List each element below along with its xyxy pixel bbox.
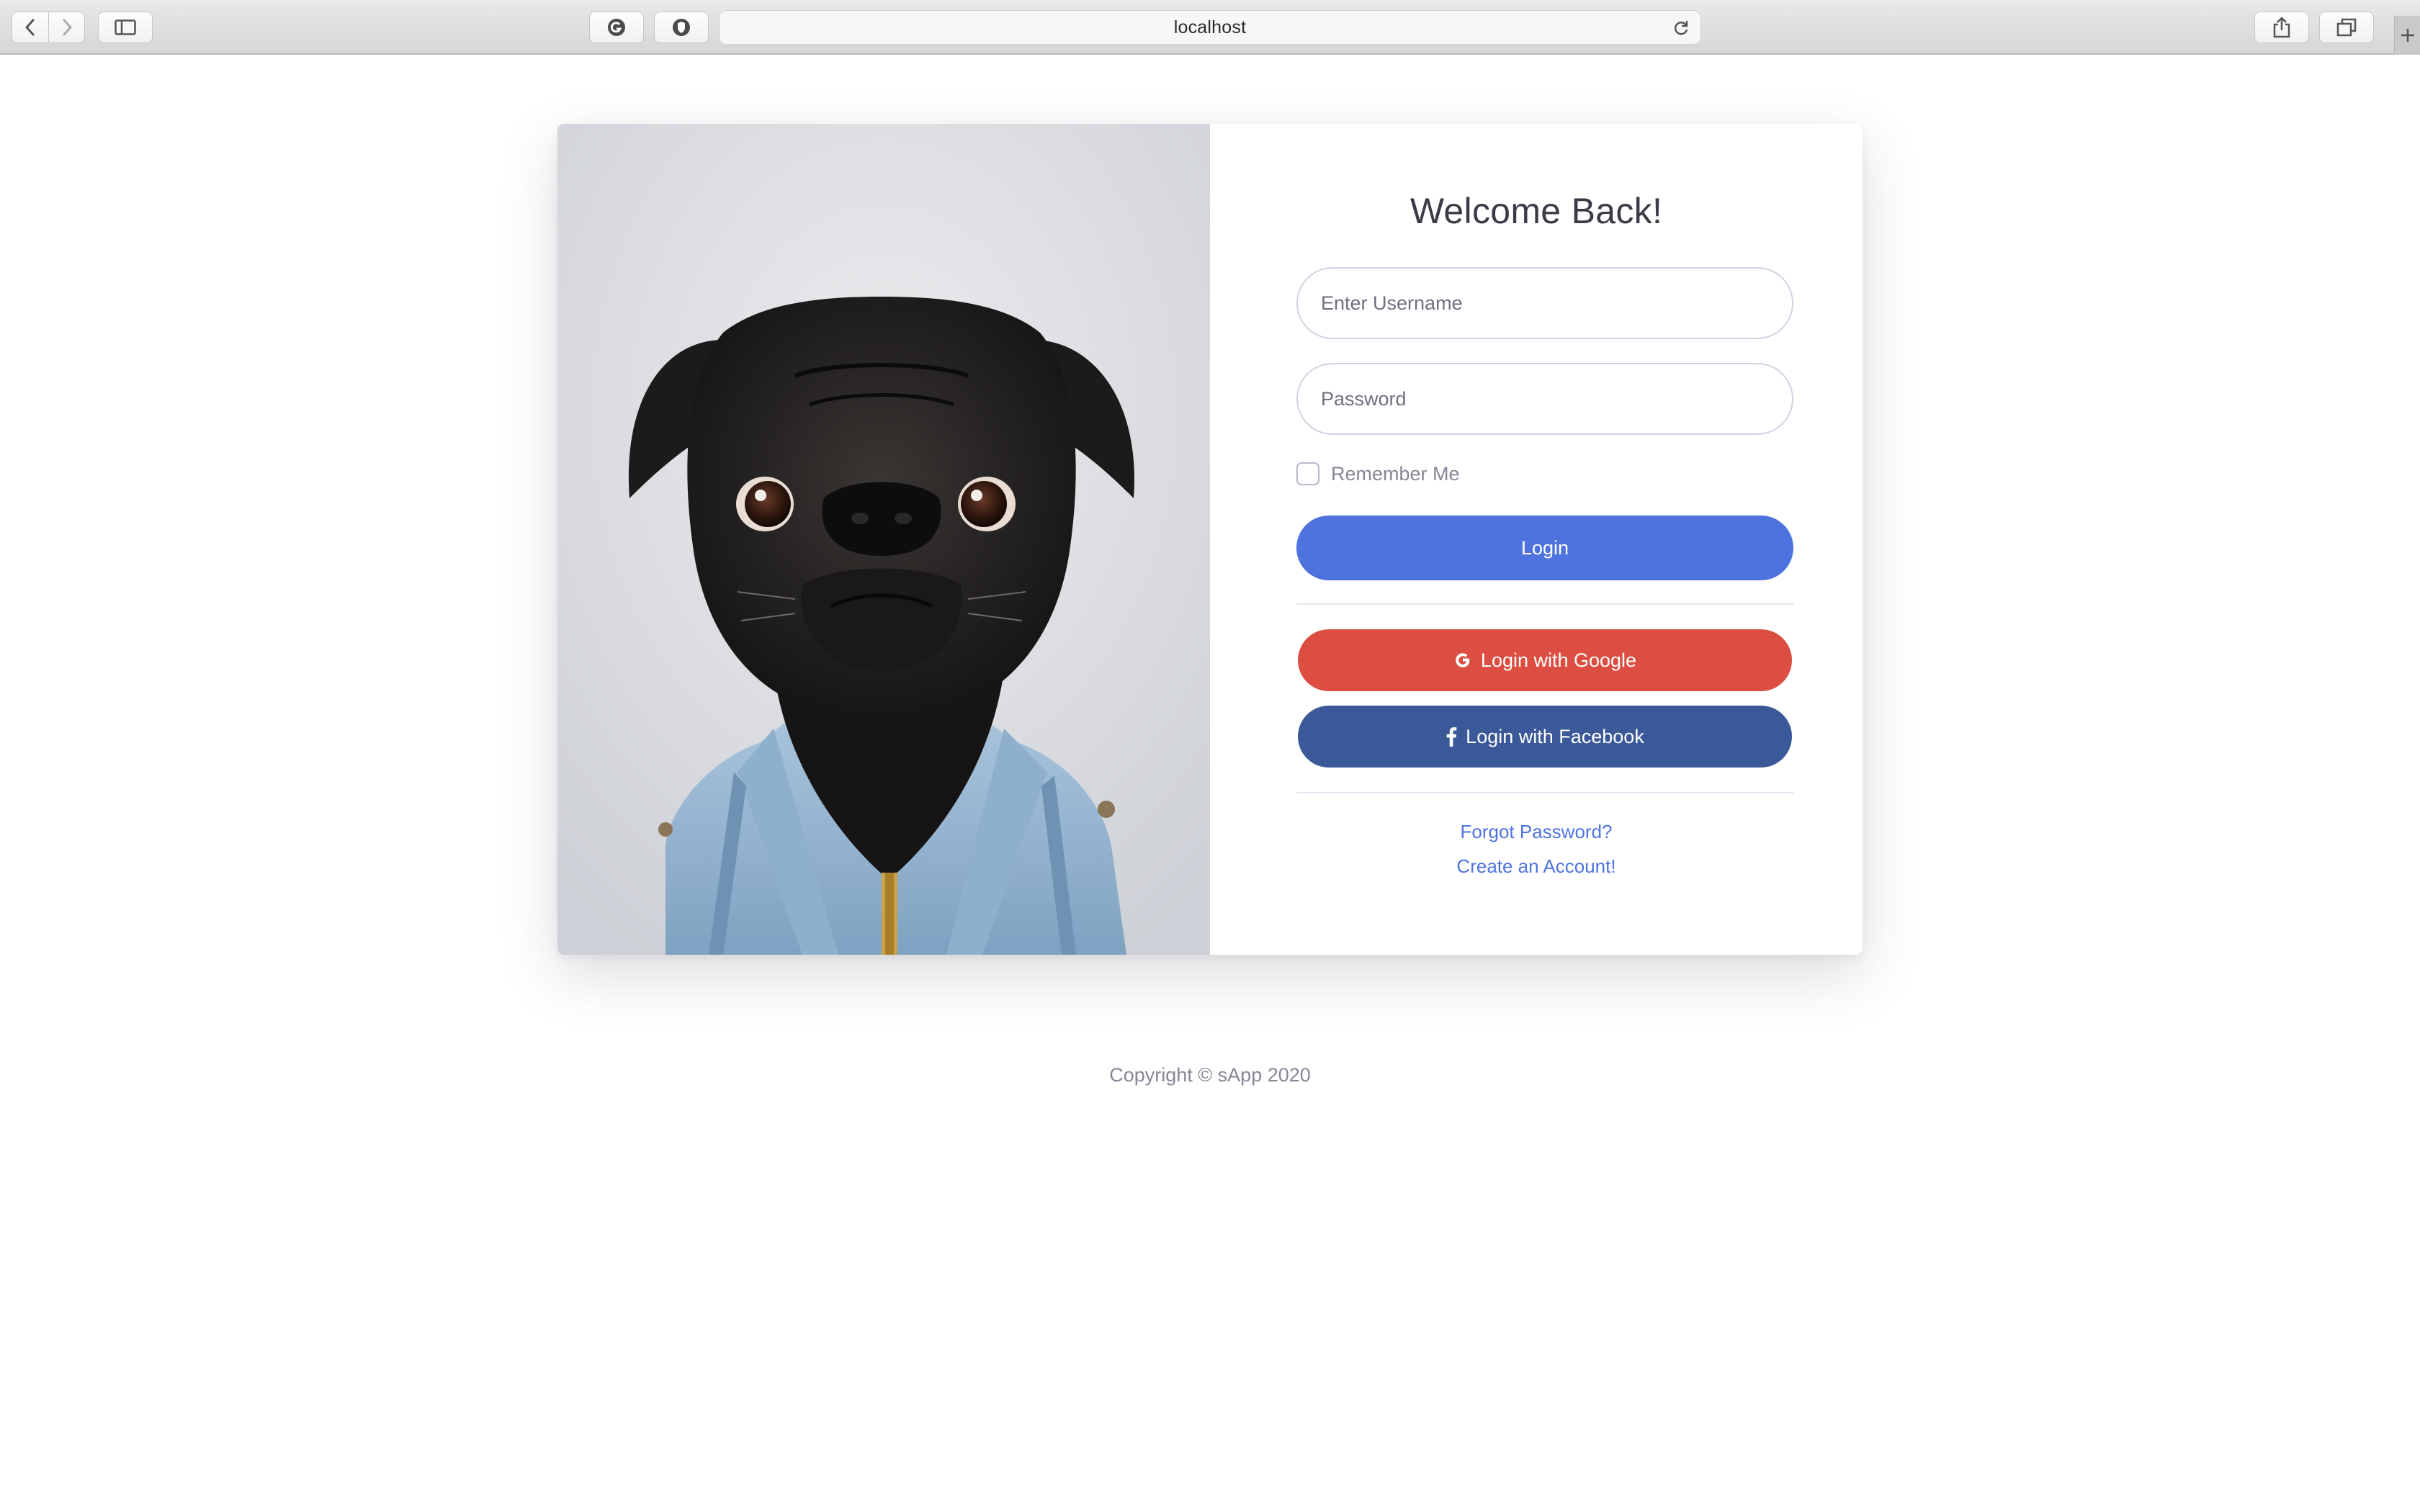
divider	[1296, 603, 1793, 605]
page-title: Welcome Back!	[1410, 191, 1663, 231]
facebook-f-icon	[1446, 726, 1457, 747]
shield-icon	[673, 19, 690, 36]
google-login-button[interactable]: Login with Google	[1298, 629, 1792, 691]
plus-icon	[2401, 29, 2414, 42]
login-card: Welcome Back! Remember Me Login Login wi…	[557, 124, 1863, 955]
tabs-overview-button[interactable]	[2319, 12, 2374, 43]
pug-photo	[557, 124, 1210, 955]
login-button[interactable]: Login	[1296, 516, 1793, 580]
grammarly-extension-button[interactable]	[589, 12, 644, 43]
password-input[interactable]	[1296, 363, 1793, 435]
divider	[1296, 792, 1793, 793]
google-g-icon	[1453, 651, 1472, 670]
sidebar-icon	[115, 19, 136, 35]
forward-button[interactable]	[48, 12, 84, 42]
pug-illustration	[557, 124, 1210, 955]
browser-toolbar: localhost	[0, 0, 2420, 55]
google-login-label: Login with Google	[1480, 649, 1637, 671]
login-button-label: Login	[1520, 536, 1569, 559]
address-bar[interactable]: localhost	[719, 10, 1701, 45]
new-tab-button[interactable]	[2394, 16, 2420, 55]
facebook-login-button[interactable]: Login with Facebook	[1298, 706, 1792, 768]
remember-me-checkbox[interactable]	[1296, 462, 1319, 485]
privacy-extension-button[interactable]	[654, 12, 709, 43]
history-nav	[12, 12, 85, 43]
reload-icon[interactable]	[1672, 19, 1690, 37]
share-button[interactable]	[2254, 12, 2309, 43]
remember-me-label: Remember Me	[1331, 462, 1460, 485]
username-input[interactable]	[1296, 267, 1793, 339]
facebook-login-label: Login with Facebook	[1466, 725, 1644, 747]
chevron-right-icon	[63, 19, 71, 36]
grammarly-icon	[608, 19, 625, 36]
forgot-password-link[interactable]: Forgot Password?	[1210, 821, 1863, 843]
back-button[interactable]	[12, 12, 48, 42]
url-text: localhost	[1173, 17, 1247, 37]
sidebar-toggle-button[interactable]	[98, 12, 153, 43]
footer-copyright: Copyright © sApp 2020	[1109, 1064, 1311, 1086]
tabs-icon	[2336, 18, 2357, 37]
chevron-left-icon	[25, 19, 35, 36]
login-form-panel: Welcome Back! Remember Me Login Login wi…	[1210, 124, 1863, 955]
create-account-link[interactable]: Create an Account!	[1210, 855, 1863, 878]
remember-me-row[interactable]: Remember Me	[1296, 461, 1460, 487]
share-icon	[2273, 17, 2290, 38]
